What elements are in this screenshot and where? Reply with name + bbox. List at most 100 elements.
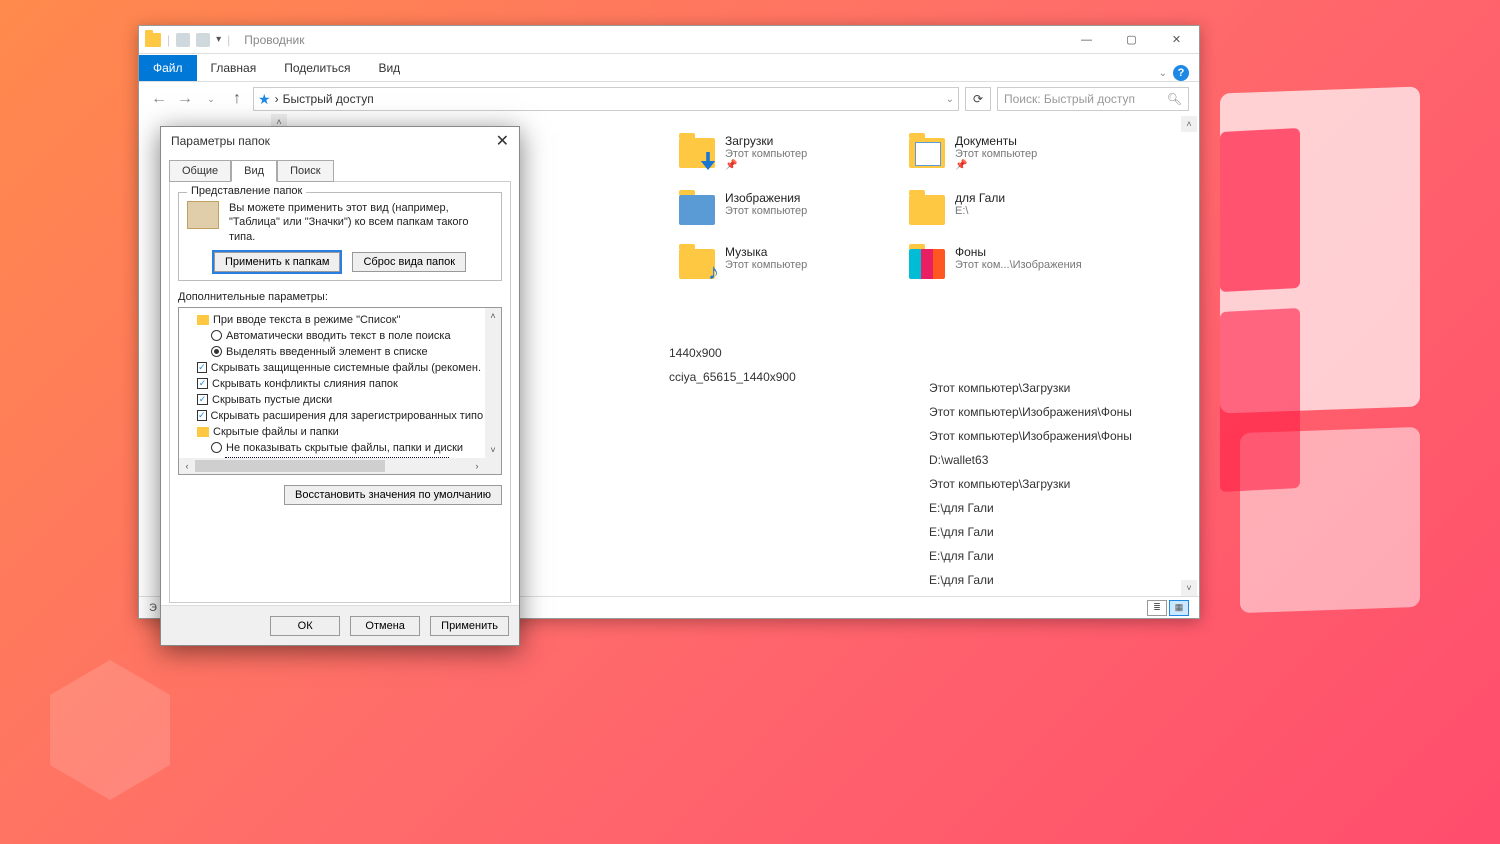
pin-icon: 📌 — [955, 160, 1037, 171]
scroll-down-icon[interactable]: ˅ — [485, 442, 501, 458]
checkbox-icon[interactable] — [197, 410, 207, 421]
tab-search[interactable]: Поиск — [277, 160, 333, 182]
apply-button[interactable]: Применить — [430, 616, 509, 636]
recent-file-row[interactable]: 1440x900 — [669, 341, 796, 365]
dialog-titlebar[interactable]: Параметры папок ✕ — [161, 127, 519, 155]
nav-up-button[interactable]: ↑ — [227, 89, 247, 109]
recent-path[interactable]: E:\для Гали — [929, 568, 1132, 592]
nav-forward-button[interactable]: → — [175, 89, 195, 109]
view-large-icons-button[interactable]: ▦ — [1169, 600, 1189, 616]
folder-pictures[interactable]: Изображения Этот компьютер — [679, 191, 879, 225]
folder-views-text: Вы можете применить этот вид (например, … — [229, 201, 493, 244]
radio-icon[interactable] — [211, 442, 222, 453]
address-bar-row: ← → ⌄ ↑ ★ › Быстрый доступ ⌄ ⟳ Поиск: Бы… — [139, 82, 1199, 116]
scroll-left-icon[interactable]: ‹ — [179, 458, 195, 474]
ribbon-collapse-icon[interactable]: ⌄ — [1159, 68, 1167, 79]
separator: | — [227, 33, 230, 47]
folder-name: для Гали — [955, 191, 1005, 205]
option-hide-empty[interactable]: Скрывать пустые диски — [197, 392, 481, 408]
tab-share[interactable]: Поделиться — [270, 55, 364, 81]
tab-file[interactable]: Файл — [139, 55, 197, 81]
folder-sub: Этот компьютер — [725, 148, 807, 160]
titlebar[interactable]: | ▾ | Проводник — ▢ ✕ — [139, 26, 1199, 54]
search-icon: 🔍︎ — [1167, 92, 1182, 106]
recent-path[interactable]: Этот компьютер\Изображения\Фоны — [929, 424, 1132, 448]
folder-for-gali[interactable]: для Гали E:\ — [909, 191, 1109, 225]
advanced-settings-tree[interactable]: При вводе текста в режиме "Список" Автом… — [178, 307, 502, 475]
address-bar[interactable]: ★ › Быстрый доступ ⌄ — [253, 87, 959, 111]
breadcrumb-location[interactable]: Быстрый доступ — [283, 92, 374, 106]
tree-horizontal-scrollbar[interactable]: ‹ › — [179, 458, 485, 474]
folder-music[interactable]: Музыка Этот компьютер — [679, 245, 879, 279]
desktop-decor — [1220, 128, 1300, 292]
folder-documents[interactable]: Документы Этот компьютер 📌 — [909, 134, 1109, 171]
folder-wallpapers[interactable]: Фоны Этот ком...\Изображения — [909, 245, 1109, 279]
advanced-settings-label: Дополнительные параметры: — [178, 291, 502, 303]
option-hide-ext[interactable]: Скрывать расширения для зарегистрированн… — [197, 408, 481, 424]
dialog-footer: ОК Отмена Применить — [161, 605, 519, 645]
scroll-right-icon[interactable]: › — [469, 458, 485, 474]
group-typing: При вводе текста в режиме "Список" — [197, 312, 481, 328]
apply-to-folders-button[interactable]: Применить к папкам — [214, 252, 341, 272]
nav-back-button[interactable]: ← — [149, 89, 169, 109]
cancel-button[interactable]: Отмена — [350, 616, 420, 636]
folder-downloads[interactable]: Загрузки Этот компьютер 📌 — [679, 134, 879, 171]
tab-home[interactable]: Главная — [197, 55, 271, 81]
checkbox-icon[interactable] — [197, 378, 208, 389]
qat-newfolder-icon[interactable] — [196, 33, 210, 47]
option-typing-select[interactable]: Выделять введенный элемент в списке — [211, 344, 481, 360]
minimize-button[interactable]: — — [1064, 26, 1109, 54]
recent-path[interactable]: Этот компьютер\Загрузки — [929, 472, 1132, 496]
folder-icon — [909, 195, 945, 225]
checkbox-icon[interactable] — [197, 362, 207, 373]
qat-properties-icon[interactable] — [176, 33, 190, 47]
explorer-icon — [145, 33, 161, 47]
qat-customize-icon[interactable]: ▾ — [216, 34, 221, 45]
address-dropdown-icon[interactable]: ⌄ — [946, 94, 954, 105]
reset-folders-button[interactable]: Сброс вида папок — [352, 252, 466, 272]
scrollbar-thumb[interactable] — [195, 460, 385, 472]
desktop-hexagon-decor — [50, 660, 170, 800]
folder-icon — [197, 315, 209, 325]
radio-icon[interactable] — [211, 346, 222, 357]
folder-views-icon — [187, 201, 219, 229]
view-details-button[interactable]: ≣ — [1147, 600, 1167, 616]
tab-view[interactable]: Вид — [231, 160, 277, 182]
option-hidden-off[interactable]: Не показывать скрытые файлы, папки и дис… — [211, 440, 481, 456]
separator: | — [167, 33, 170, 47]
maximize-button[interactable]: ▢ — [1109, 26, 1154, 54]
recent-path[interactable]: E:\для Гали — [929, 544, 1132, 568]
folder-sub: Этот компьютер — [955, 148, 1037, 160]
refresh-button[interactable]: ⟳ — [965, 87, 991, 111]
folder-views-group: Представление папок Вы можете применить … — [178, 192, 502, 281]
tree-vertical-scrollbar[interactable]: ˄ ˅ — [485, 308, 501, 458]
search-input[interactable]: Поиск: Быстрый доступ 🔍︎ — [997, 87, 1189, 111]
folder-icon — [197, 427, 209, 437]
folder-icon — [679, 249, 715, 279]
pin-icon: 📌 — [725, 160, 807, 171]
dialog-close-button[interactable]: ✕ — [496, 131, 509, 151]
folder-sub: E:\ — [955, 205, 1005, 217]
option-typing-search[interactable]: Автоматически вводить текст в поле поиск… — [211, 328, 481, 344]
restore-defaults-button[interactable]: Восстановить значения по умолчанию — [284, 485, 502, 505]
close-button[interactable]: ✕ — [1154, 26, 1199, 54]
option-hide-protected[interactable]: Скрывать защищенные системные файлы (рек… — [197, 360, 481, 376]
nav-recent-dropdown[interactable]: ⌄ — [201, 89, 221, 109]
radio-icon[interactable] — [211, 330, 222, 341]
recent-path[interactable]: Этот компьютер\Загрузки — [929, 376, 1132, 400]
tab-general[interactable]: Общие — [169, 160, 231, 182]
quick-access-star-icon: ★ — [258, 91, 271, 108]
option-hide-merge[interactable]: Скрывать конфликты слияния папок — [197, 376, 481, 392]
ribbon-tabs: Файл Главная Поделиться Вид ⌄ ? — [139, 54, 1199, 82]
recent-path[interactable]: Этот компьютер\Изображения\Фоны — [929, 400, 1132, 424]
tab-view[interactable]: Вид — [364, 55, 414, 81]
recent-path[interactable]: D:\wallet63 — [929, 448, 1132, 472]
ok-button[interactable]: ОК — [270, 616, 340, 636]
scroll-up-icon[interactable]: ˄ — [485, 308, 501, 324]
help-icon[interactable]: ? — [1173, 65, 1189, 81]
recent-path[interactable]: E:\для Гали — [929, 520, 1132, 544]
recent-path[interactable]: E:\для Гали — [929, 496, 1132, 520]
checkbox-icon[interactable] — [197, 394, 208, 405]
folder-icon — [909, 138, 945, 168]
group-legend: Представление папок — [187, 185, 306, 197]
